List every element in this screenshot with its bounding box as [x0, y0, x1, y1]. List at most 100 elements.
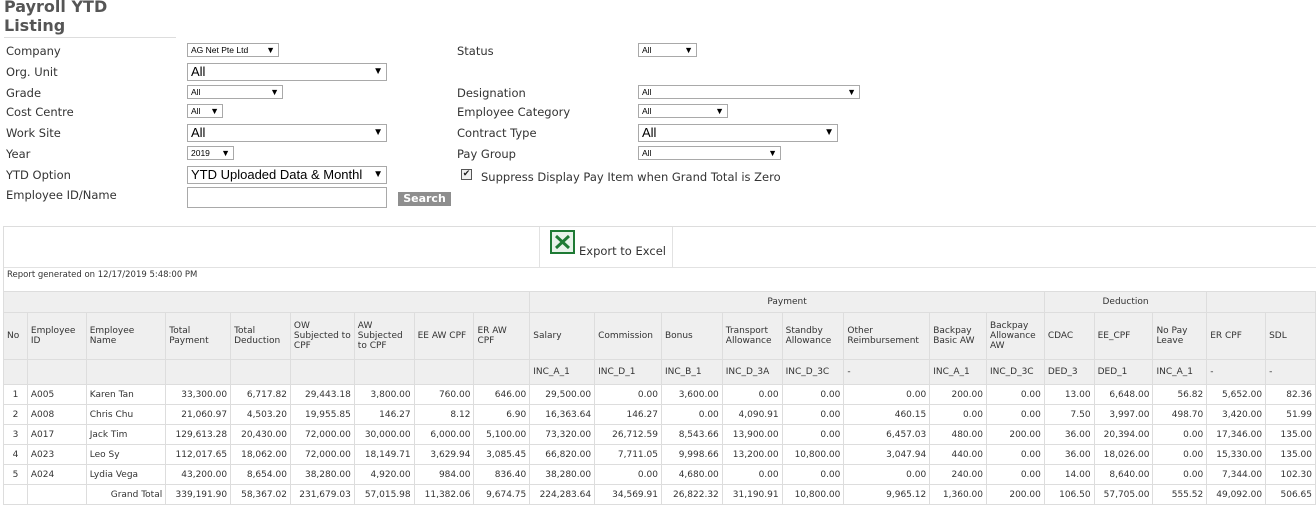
ytd-option-select[interactable]: YTD Uploaded Data & Monthl ▼ — [187, 166, 387, 184]
table-cell: 102.30 — [1265, 464, 1316, 485]
org-unit-select[interactable]: All ▼ — [187, 63, 387, 81]
table-cell: 33,300.00 — [165, 384, 232, 405]
status-value: All — [642, 45, 652, 55]
status-select[interactable]: All ▼ — [638, 43, 697, 57]
table-cell: 11,382.06 — [413, 484, 475, 505]
column-header: Employee Name — [85, 312, 167, 360]
table-cell: Chris Chu — [85, 404, 167, 425]
employee-category-value: All — [642, 106, 652, 116]
table-cell: 0.00 — [1152, 444, 1208, 465]
table-cell: 135.00 — [1265, 444, 1316, 465]
table-cell: Grand Total — [85, 484, 167, 505]
table-cell: 9,674.75 — [473, 484, 531, 505]
table-cell: 8.12 — [413, 404, 475, 425]
table-cell: 66,820.00 — [529, 444, 596, 465]
employee-category-select[interactable]: All ▼ — [638, 104, 728, 118]
table-cell: 0.00 — [1152, 464, 1208, 485]
table-cell: 30,000.00 — [353, 424, 415, 445]
table-cell: 0.00 — [660, 404, 723, 425]
table-cell: 6.90 — [473, 404, 531, 425]
table-cell: A005 — [26, 384, 87, 405]
suppress-zero-label: Suppress Display Pay Item when Grand Tot… — [481, 170, 781, 184]
pay-code-cell: INC_A_1 — [1152, 359, 1208, 385]
table-cell: 3,800.00 — [353, 384, 415, 405]
table-cell: 5 — [3, 464, 28, 485]
table-cell: 760.00 — [413, 384, 475, 405]
table-cell: 146.27 — [594, 404, 662, 425]
table-cell: 3,997.00 — [1093, 404, 1154, 425]
pay-code-cell: DED_3 — [1043, 359, 1095, 385]
employee-search-input[interactable] — [187, 187, 387, 208]
table-cell: 0.00 — [1152, 424, 1208, 445]
divider — [4, 267, 1316, 268]
table-cell: 49,092.00 — [1206, 484, 1267, 505]
pay-code-cell — [85, 359, 167, 385]
column-header: Total Deduction — [230, 312, 291, 360]
table-cell: 240.00 — [929, 464, 987, 485]
designation-select[interactable]: All ▼ — [638, 85, 860, 99]
table-cell: 7.50 — [1043, 404, 1095, 425]
pay-group-label: Pay Group — [457, 147, 516, 161]
year-select[interactable]: 2019 ▼ — [187, 146, 234, 160]
table-cell: 19,955.85 — [289, 404, 355, 425]
table-cell: 231,679.03 — [289, 484, 355, 505]
cost-centre-select[interactable]: All ▼ — [187, 104, 223, 118]
pay-group-select[interactable]: All ▼ — [638, 146, 781, 160]
pay-code-cell — [3, 359, 28, 385]
table-cell: 0.00 — [985, 404, 1045, 425]
column-header: CDAC — [1043, 312, 1095, 360]
chevron-down-icon: ▼ — [847, 87, 856, 97]
chevron-down-icon: ▼ — [824, 127, 834, 138]
table-cell: 57,705.00 — [1093, 484, 1154, 505]
table-cell: 224,283.64 — [529, 484, 596, 505]
column-header: No Pay Leave — [1152, 312, 1208, 360]
cost-centre-label: Cost Centre — [6, 105, 74, 119]
table-cell: 5,652.00 — [1206, 384, 1267, 405]
contract-type-label: Contract Type — [457, 126, 537, 140]
export-to-excel-button[interactable]: Export to Excel — [539, 227, 673, 267]
table-cell: 7,711.05 — [594, 444, 662, 465]
table-cell: 18,149.71 — [353, 444, 415, 465]
designation-value: All — [642, 87, 652, 97]
table-cell: 480.00 — [929, 424, 987, 445]
table-cell: 4 — [3, 444, 28, 465]
table-cell: 13.00 — [1043, 384, 1095, 405]
pay-code-row: INC_A_1 INC_D_1 INC_B_1 INC_D_3A INC_D_3C - IN… — [3, 359, 1316, 385]
column-header: Bonus — [660, 312, 723, 360]
contract-type-value: All — [642, 125, 657, 140]
table-cell: 3,085.45 — [473, 444, 531, 465]
work-site-select[interactable]: All ▼ — [187, 124, 387, 142]
table-cell: 26,712.59 — [594, 424, 662, 445]
contract-type-select[interactable]: All ▼ — [638, 124, 838, 142]
table-cell: Karen Tan — [85, 384, 167, 405]
table-cell: 56.82 — [1152, 384, 1208, 405]
table-cell: Lydia Vega — [85, 464, 167, 485]
pay-code-cell: - — [1265, 359, 1316, 385]
table-cell: 0.00 — [843, 464, 931, 485]
column-header: Salary — [529, 312, 596, 360]
grand-total-row: Grand Total 339,191.90 58,367.02 231,679.03… — [3, 484, 1316, 505]
company-select[interactable]: AG Net Pte Ltd ▼ — [187, 43, 279, 57]
grade-select[interactable]: All ▼ — [187, 85, 283, 99]
search-button[interactable]: Search — [398, 192, 451, 206]
table-cell: 0.00 — [721, 384, 783, 405]
report-generated-text: Report generated on 12/17/2019 5:48:00 P… — [7, 270, 198, 280]
table-cell: 72,000.00 — [289, 424, 355, 445]
org-unit-label: Org. Unit — [6, 65, 58, 79]
column-header: Standby Allowance — [781, 312, 845, 360]
table-cell: 9,965.12 — [843, 484, 931, 505]
table-cell: 6,457.03 — [843, 424, 931, 445]
pay-code-cell: INC_D_3C — [985, 359, 1045, 385]
table-cell: 0.00 — [985, 444, 1045, 465]
export-label: Export to Excel — [579, 244, 666, 258]
suppress-zero-checkbox[interactable]: ✔ — [461, 169, 472, 180]
table-cell: 200.00 — [985, 484, 1045, 505]
chevron-down-icon: ▼ — [768, 148, 777, 158]
chevron-down-icon: ▼ — [684, 45, 693, 55]
chevron-down-icon: ▼ — [373, 127, 383, 138]
ytd-option-label: YTD Option — [6, 168, 71, 182]
pay-code-cell: INC_D_3C — [781, 359, 845, 385]
table-cell: 0.00 — [929, 404, 987, 425]
column-header: Transport Allowance — [721, 312, 783, 360]
pay-code-cell — [413, 359, 475, 385]
